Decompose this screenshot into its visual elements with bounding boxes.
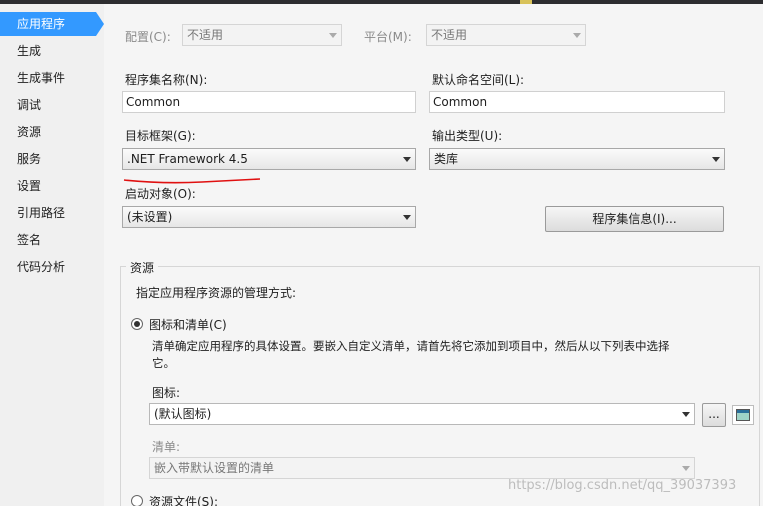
resource-file-option-label[interactable]: 资源文件(S): xyxy=(149,493,218,506)
icon-dropdown[interactable]: (默认图标) xyxy=(149,403,695,425)
chevron-down-icon xyxy=(682,466,690,471)
target-framework-label: 目标框架(G): xyxy=(125,129,196,143)
output-type-value: 类库 xyxy=(434,152,459,166)
sidebar-item-build[interactable]: 生成 xyxy=(0,39,104,63)
sidebar-item-debug[interactable]: 调试 xyxy=(0,93,104,117)
sidebar-item-resources[interactable]: 资源 xyxy=(0,120,104,144)
sidebar: 应用程序 生成 生成事件 调试 资源 服务 设置 引用路径 签名 代码分析 xyxy=(0,4,104,506)
chevron-down-icon xyxy=(403,215,411,220)
icon-manifest-hint-line1: 清单确定应用程序的具体设置。要嵌入自定义清单，请首先将它添加到项目中，然后从以下… xyxy=(152,339,670,353)
sidebar-item-build-events[interactable]: 生成事件 xyxy=(0,66,104,90)
sidebar-item-settings[interactable]: 设置 xyxy=(0,174,104,198)
application-page: 配置(C): 不适用 平台(M): 不适用 程序集名称(N): Common 默… xyxy=(112,4,763,506)
default-namespace-input[interactable]: Common xyxy=(429,91,725,113)
chevron-down-icon xyxy=(573,33,581,38)
icon-manifest-option-label[interactable]: 图标和清单(C) xyxy=(149,316,227,333)
startup-object-dropdown[interactable]: (未设置) xyxy=(122,206,416,228)
config-dropdown[interactable]: 不适用 xyxy=(182,24,342,46)
chevron-down-icon xyxy=(682,412,690,417)
startup-object-label: 启动对象(O): xyxy=(125,187,196,201)
output-type-label: 输出类型(U): xyxy=(432,129,503,143)
sidebar-item-services[interactable]: 服务 xyxy=(0,147,104,171)
browse-icon-button[interactable]: ... xyxy=(702,403,726,427)
icon-value: (默认图标) xyxy=(154,407,212,421)
resources-group-title: 资源 xyxy=(126,259,159,276)
config-label: 配置(C): xyxy=(125,30,171,44)
default-namespace-label: 默认命名空间(L): xyxy=(432,73,525,87)
chevron-down-icon xyxy=(329,33,337,38)
platform-value: 不适用 xyxy=(431,28,468,42)
resource-file-radio[interactable] xyxy=(131,495,143,506)
assembly-name-input[interactable]: Common xyxy=(122,91,416,113)
resources-description: 指定应用程序资源的管理方式: xyxy=(136,286,297,300)
config-value: 不适用 xyxy=(187,28,224,42)
sidebar-item-application[interactable]: 应用程序 xyxy=(0,12,104,36)
manifest-value: 嵌入带默认设置的清单 xyxy=(154,461,275,475)
window-icon xyxy=(732,405,754,425)
icon-manifest-radio[interactable] xyxy=(131,318,143,330)
chevron-down-icon xyxy=(712,157,720,162)
manifest-label: 清单: xyxy=(152,440,181,454)
sidebar-item-signing[interactable]: 签名 xyxy=(0,228,104,252)
platform-dropdown[interactable]: 不适用 xyxy=(426,24,586,46)
sidebar-item-code-analysis[interactable]: 代码分析 xyxy=(0,255,104,279)
target-framework-value: .NET Framework 4.5 xyxy=(127,152,248,166)
assembly-name-label: 程序集名称(N): xyxy=(125,73,208,87)
startup-object-value: (未设置) xyxy=(127,210,173,224)
icon-manifest-hint-line2: 它。 xyxy=(152,356,175,370)
platform-label: 平台(M): xyxy=(364,30,412,44)
icon-label: 图标: xyxy=(152,386,181,400)
output-type-dropdown[interactable]: 类库 xyxy=(429,148,725,170)
sidebar-item-reference-paths[interactable]: 引用路径 xyxy=(0,201,104,225)
assembly-info-button[interactable]: 程序集信息(I)... xyxy=(545,206,724,232)
manifest-dropdown[interactable]: 嵌入带默认设置的清单 xyxy=(149,457,695,479)
chevron-down-icon xyxy=(403,157,411,162)
watermark: https://blog.csdn.net/qq_39037393 xyxy=(508,478,737,493)
target-framework-dropdown[interactable]: .NET Framework 4.5 xyxy=(122,148,416,170)
